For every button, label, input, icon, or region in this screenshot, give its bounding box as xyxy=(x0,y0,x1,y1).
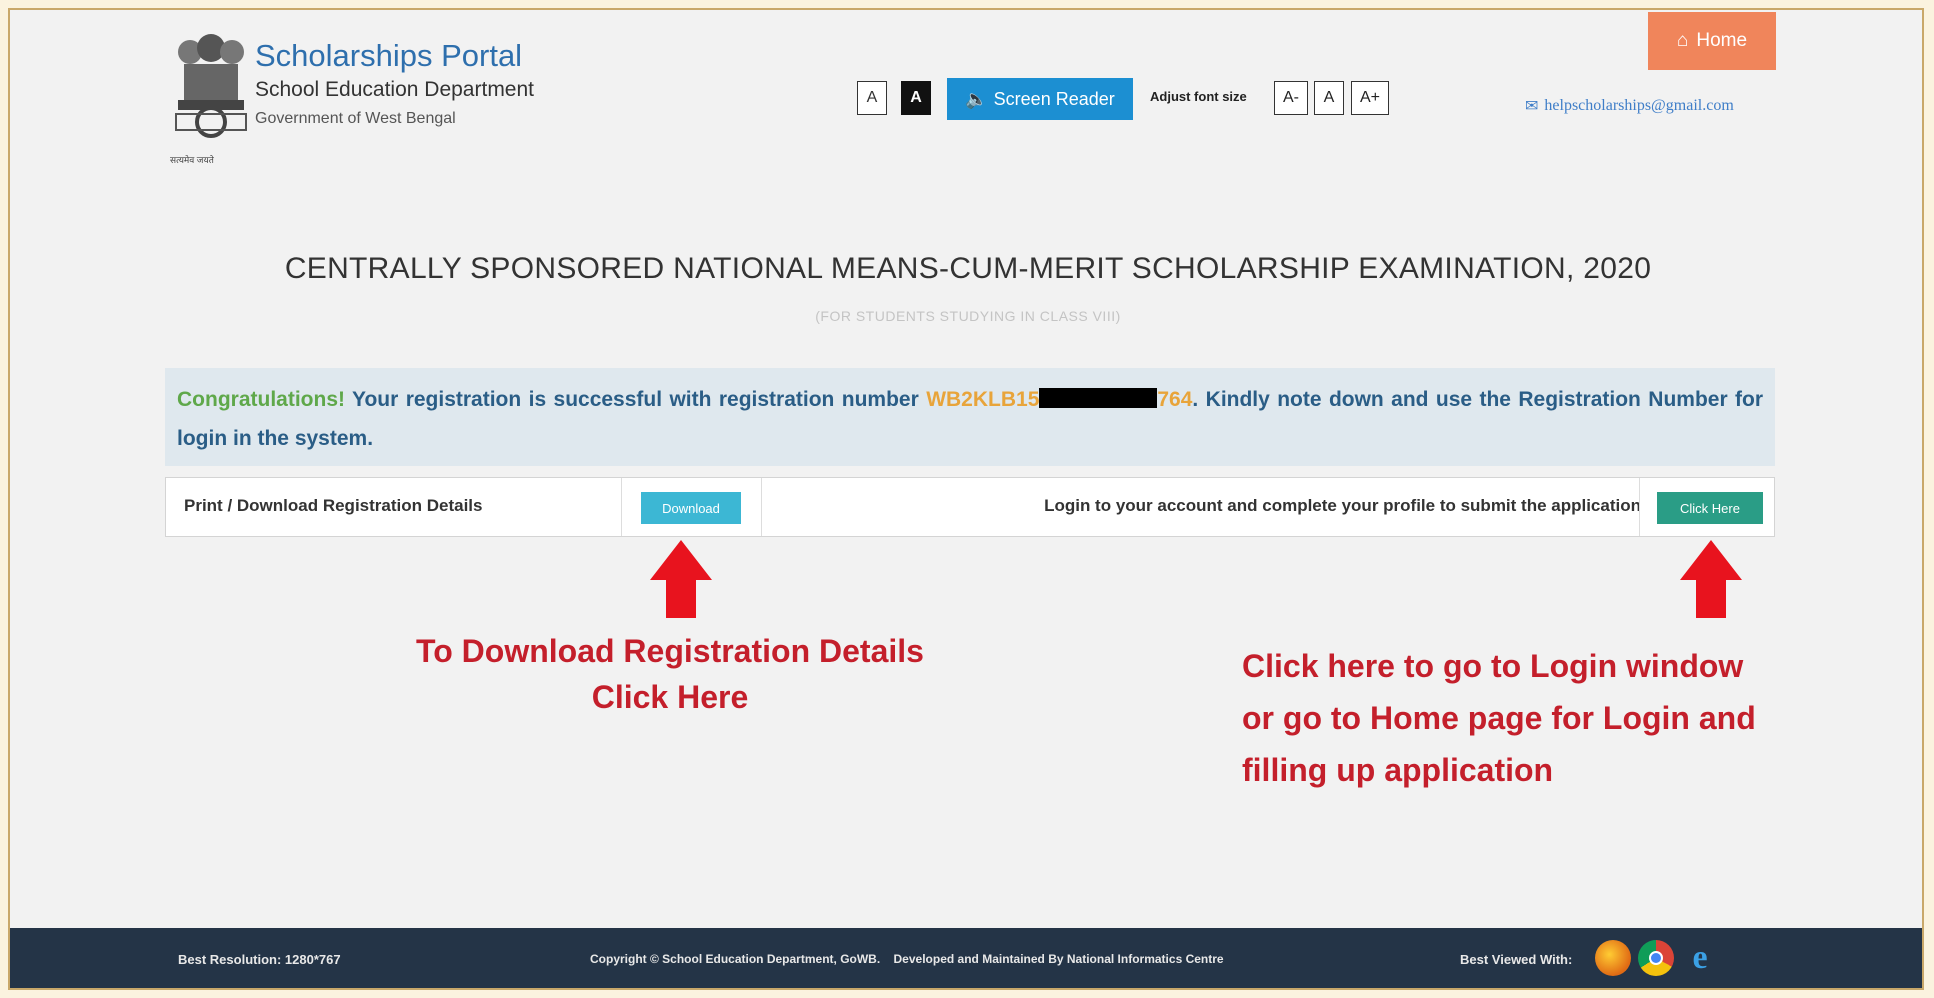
redacted-block xyxy=(1039,388,1158,408)
normal-contrast-button[interactable]: A xyxy=(857,81,887,115)
best-resolution-text: Best Resolution: 1280*767 xyxy=(178,952,341,967)
click-here-button[interactable]: Click Here xyxy=(1657,492,1763,524)
help-email-link[interactable]: ✉ helpscholarships@gmail.com xyxy=(1525,96,1734,116)
registration-number-prefix: WB2KLB15 xyxy=(926,388,1040,411)
portal-title[interactable]: Scholarships Portal xyxy=(255,38,522,74)
speaker-icon: 🔈 xyxy=(965,88,988,109)
download-button[interactable]: Download xyxy=(641,492,741,524)
login-instruction: Login to your account and complete your … xyxy=(1044,496,1641,515)
font-increase-button[interactable]: A+ xyxy=(1351,81,1389,115)
font-normal-button[interactable]: A xyxy=(1314,81,1344,115)
table-divider xyxy=(761,478,762,536)
page-subtitle: (FOR STUDENTS STUDYING IN CLASS VIII) xyxy=(815,308,1121,324)
download-annotation-line2: Click Here xyxy=(591,679,749,715)
login-annotation: Click here to go to Login window or go t… xyxy=(1242,640,1892,796)
home-label: Home xyxy=(1696,30,1748,51)
download-annotation: To Download Registration Details Click H… xyxy=(320,628,1020,720)
envelope-icon: ✉ xyxy=(1525,98,1539,115)
arrow-up-login-icon xyxy=(1680,540,1742,618)
emblem-caption: सत्यमेव जयते xyxy=(170,155,214,165)
download-annotation-line1: To Download Registration Details xyxy=(416,633,924,669)
home-icon: ⌂ xyxy=(1676,30,1689,51)
government-name: Government of West Bengal xyxy=(255,110,456,127)
firefox-icon xyxy=(1595,940,1631,976)
footer: Best Resolution: 1280*767 Copyright © Sc… xyxy=(10,928,1922,988)
screen-reader-label: Screen Reader xyxy=(993,88,1115,109)
department-name: School Education Department xyxy=(255,78,534,101)
print-download-label: Print / Download Registration Details xyxy=(184,496,483,515)
help-email: helpscholarships@gmail.com xyxy=(1544,97,1734,114)
message-text-before: Your registration is successful with reg… xyxy=(345,388,927,411)
login-annotation-line1: Click here to go to Login window xyxy=(1242,648,1744,684)
table-divider xyxy=(621,478,622,536)
login-annotation-line2: or go to Home page for Login and xyxy=(1242,700,1756,736)
table-divider xyxy=(1639,478,1640,536)
best-viewed-label: Best Viewed With: xyxy=(1460,952,1573,967)
congratulations-text: Congratulations! xyxy=(177,388,345,411)
state-emblem-logo: सत्यमेव जयते xyxy=(170,34,252,165)
font-decrease-button[interactable]: A- xyxy=(1274,81,1308,115)
arrow-up-download-icon xyxy=(650,540,712,618)
registration-success-message: Congratulations! Your registration is su… xyxy=(165,368,1775,466)
page-title: CENTRALLY SPONSORED NATIONAL MEANS-CUM-M… xyxy=(284,252,1652,285)
chrome-icon xyxy=(1638,940,1674,976)
login-annotation-line3: filling up application xyxy=(1242,752,1554,788)
registration-number-suffix: 764 xyxy=(1157,388,1193,411)
screen-reader-button[interactable]: 🔈 Screen Reader xyxy=(947,78,1133,120)
home-button[interactable]: ⌂ Home xyxy=(1648,12,1776,70)
actions-table: Print / Download Registration Details Do… xyxy=(165,477,1775,537)
adjust-font-label: Adjust font size xyxy=(1150,89,1247,104)
high-contrast-button[interactable]: A xyxy=(901,81,931,115)
copyright-text: Copyright © School Education Department,… xyxy=(590,952,1224,966)
page-frame: सत्यमेव जयते Scholarships Portal School … xyxy=(8,8,1924,990)
ie-icon: e xyxy=(1682,939,1718,976)
